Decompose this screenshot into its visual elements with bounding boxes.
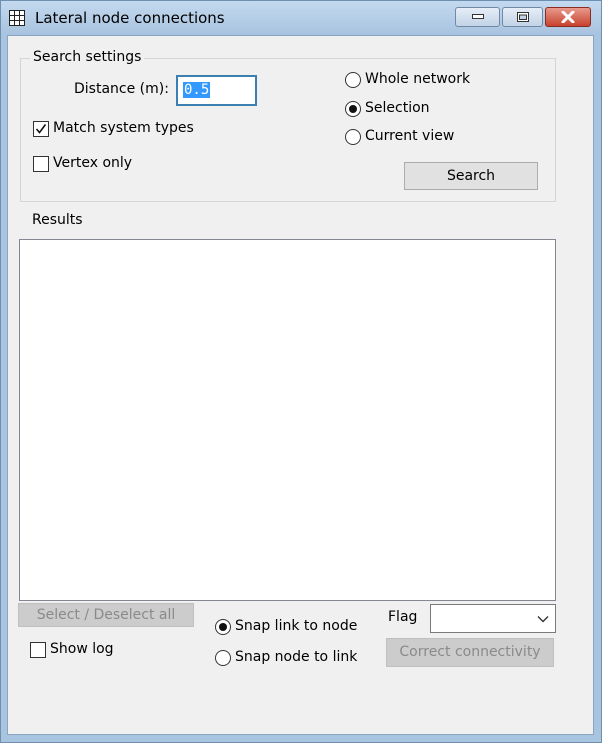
radio-snap-node-to-link-label: Snap node to link — [235, 649, 358, 665]
checkmark-icon — [35, 124, 47, 134]
vertex-only-label: Vertex only — [53, 155, 133, 171]
match-system-types-checkbox[interactable] — [33, 121, 49, 137]
chevron-down-icon — [537, 616, 549, 623]
vertex-only-checkbox[interactable] — [33, 156, 49, 172]
radio-snap-link-to-node-label: Snap link to node — [235, 618, 358, 634]
radio-selected-dot — [349, 105, 357, 113]
flag-label: Flag — [388, 609, 418, 625]
results-list[interactable] — [19, 239, 556, 601]
search-settings-label: Search settings — [30, 49, 145, 65]
results-label: Results — [32, 212, 83, 228]
flag-dropdown[interactable] — [430, 604, 556, 633]
minimize-icon — [471, 14, 484, 19]
close-icon — [561, 11, 575, 23]
maximize-icon — [516, 12, 529, 22]
radio-snap-link-to-node[interactable] — [215, 619, 231, 635]
radio-selection-label: Selection — [365, 100, 430, 116]
radio-snap-node-to-link[interactable] — [215, 650, 231, 666]
close-button[interactable] — [545, 7, 591, 27]
match-system-types-label: Match system types — [53, 120, 194, 136]
select-deselect-all-button[interactable]: Select / Deselect all — [18, 603, 194, 627]
distance-label: Distance (m): — [74, 81, 169, 97]
radio-current-view-label: Current view — [365, 128, 455, 144]
radio-selection[interactable] — [345, 101, 361, 117]
dialog-client: Search settings Distance (m): 0.5 Match … — [7, 35, 594, 735]
radio-whole-network-label: Whole network — [365, 71, 471, 87]
search-button[interactable]: Search — [404, 162, 538, 190]
radio-whole-network[interactable] — [345, 72, 361, 88]
title-bar[interactable]: Lateral node connections — [1, 1, 601, 35]
maximize-button[interactable] — [502, 7, 543, 27]
radio-selected-dot — [219, 623, 227, 631]
app-window: Lateral node connections Search settings… — [0, 0, 602, 743]
show-log-checkbox[interactable] — [30, 642, 46, 658]
correct-connectivity-button[interactable]: Correct connectivity — [386, 638, 554, 667]
table-grid-icon — [9, 10, 25, 26]
show-log-label: Show log — [50, 641, 114, 657]
window-title: Lateral node connections — [35, 9, 225, 27]
distance-input[interactable]: 0.5 — [176, 75, 257, 106]
distance-value: 0.5 — [183, 82, 211, 98]
radio-current-view[interactable] — [345, 129, 361, 145]
minimize-button[interactable] — [455, 7, 500, 27]
